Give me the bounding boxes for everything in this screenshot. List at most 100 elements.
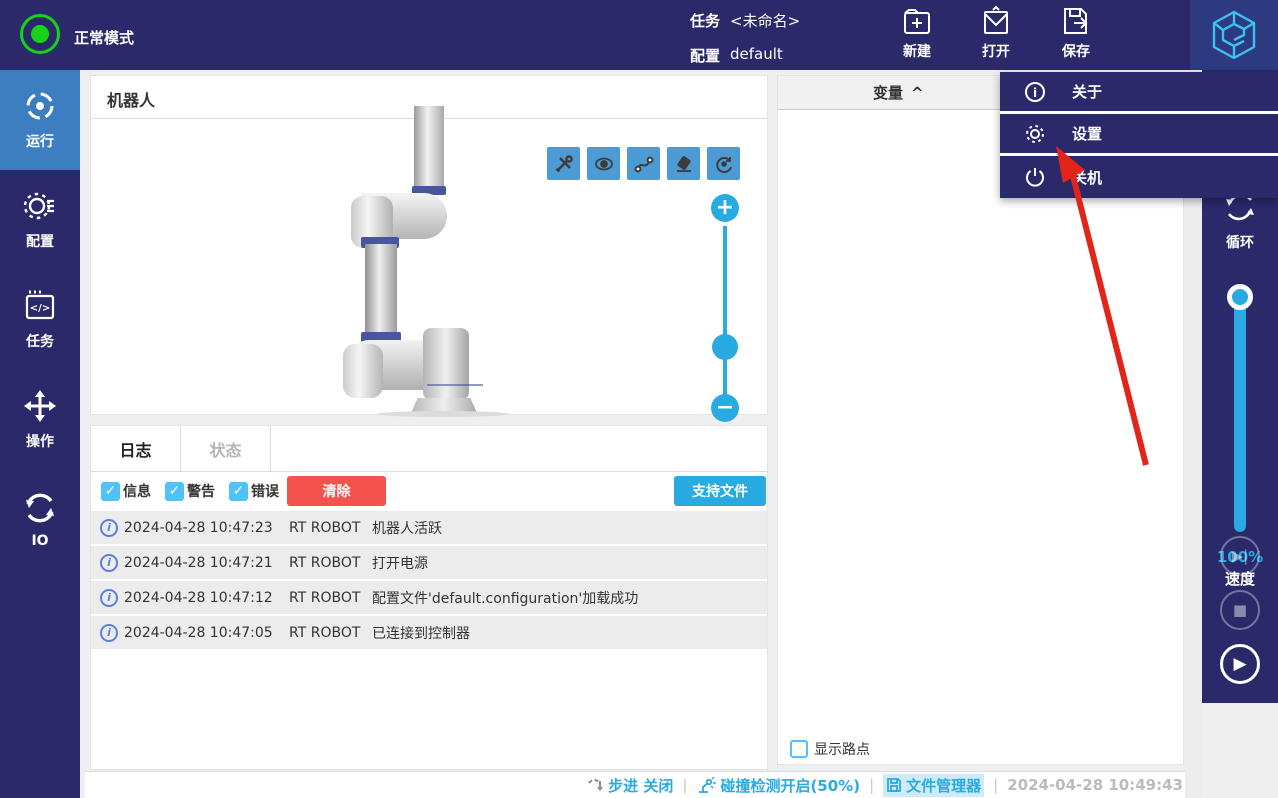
move-arrows-icon <box>24 390 56 422</box>
open-task-button[interactable]: 打开 <box>964 5 1028 67</box>
path-button[interactable] <box>627 147 660 180</box>
save-task-button[interactable]: 保存 <box>1044 5 1108 67</box>
log-status-panel: 日志 状态 ✓ 信息 ✓ 警告 ✓ 错误 清除 支持文件 i 2024-04-2… <box>90 425 768 770</box>
zoom-slider-track[interactable] <box>723 226 727 396</box>
sidebar-item-jog[interactable]: 操作 <box>0 370 80 470</box>
robot-view-toolbar <box>547 147 740 180</box>
task-label: 任务 <box>690 12 721 30</box>
file-manager-icon <box>887 778 902 792</box>
sidebar-item-label: 运行 <box>26 134 54 150</box>
eraser-icon <box>676 155 691 172</box>
task-value: <未命名> <box>730 12 801 30</box>
mode-label: 正常模式 <box>74 29 135 47</box>
sidebar-item-io[interactable]: IO <box>0 470 80 570</box>
new-task-button[interactable]: 新建 <box>885 5 949 67</box>
play-icon: ▶ <box>1233 654 1247 674</box>
tab-log[interactable]: 日志 <box>91 426 181 472</box>
speed-slider-track[interactable] <box>1234 292 1246 532</box>
log-entry: i 2024-04-28 10:47:12 RT ROBOT 配置文件'defa… <box>91 581 767 614</box>
filter-info-checkbox[interactable]: ✓ <box>101 481 120 501</box>
robot-panel-title: 机器人 <box>107 91 156 110</box>
step-mode-toggle[interactable]: 步进 关闭 <box>586 775 673 796</box>
file-manager-label: 文件管理器 <box>906 776 982 795</box>
open-icon <box>984 5 1008 34</box>
top-bar: 正常模式 任务 <未命名> 配置 default 新建 打开 保存 <box>0 0 1278 70</box>
sidebar-item-label: 配置 <box>26 234 54 250</box>
eraser-button[interactable] <box>667 147 700 180</box>
robot-3d-view[interactable] <box>341 106 509 421</box>
clear-log-button[interactable]: 清除 <box>287 476 386 506</box>
stop-button[interactable]: ■ <box>1220 590 1260 630</box>
collapse-caret-icon: ^ <box>911 83 924 102</box>
tools-button[interactable] <box>547 147 580 180</box>
zoom-slider-handle[interactable] <box>712 334 738 360</box>
menu-item-shutdown[interactable]: 关机 <box>1000 156 1278 198</box>
open-task-label: 打开 <box>982 44 1010 60</box>
rotate-view-button[interactable] <box>707 147 740 180</box>
menu-item-label: 关机 <box>1072 168 1103 187</box>
support-files-button[interactable]: 支持文件 <box>674 476 766 506</box>
save-task-label: 保存 <box>1062 44 1090 60</box>
sidebar-item-run[interactable]: 运行 <box>0 70 80 170</box>
zoom-out-button[interactable]: − <box>711 394 739 422</box>
new-file-icon <box>904 9 930 34</box>
visibility-button[interactable] <box>587 147 620 180</box>
robot-view-panel: 机器人 + − <box>90 75 768 422</box>
play-button[interactable]: ▶ <box>1220 644 1260 684</box>
info-icon: i <box>100 588 118 607</box>
check-icon: ✓ <box>168 483 181 499</box>
path-icon <box>634 156 653 172</box>
show-waypoints-row: 显示路点 <box>790 739 870 759</box>
log-entry: i 2024-04-28 10:47:21 RT ROBOT 打开电源 <box>91 546 767 579</box>
left-sidebar: 运行 配置 </> 任务 操作 IO <box>0 70 80 798</box>
log-tab-bar: 日志 状态 <box>91 426 767 472</box>
step-forward-button[interactable]: ▶| <box>1220 536 1260 576</box>
info-icon: i <box>1025 81 1045 102</box>
gear-icon <box>1026 124 1044 143</box>
system-dropdown-menu: i 关于 设置 关机 <box>1000 72 1278 198</box>
run-icon <box>26 92 54 120</box>
log-list: i 2024-04-28 10:47:23 RT ROBOT 机器人活跃 i 2… <box>91 511 767 651</box>
filter-info-label: 信息 <box>123 484 151 500</box>
file-manager-button[interactable]: 文件管理器 <box>883 773 985 797</box>
tab-status[interactable]: 状态 <box>181 426 271 472</box>
filter-error-label: 错误 <box>251 484 279 500</box>
loop-mode-button[interactable]: 循环 <box>1202 190 1278 252</box>
collision-detection-toggle[interactable]: 碰撞检测开启(50%) <box>696 775 860 796</box>
io-arrows-icon <box>26 493 54 523</box>
filter-error-checkbox[interactable]: ✓ <box>229 481 248 501</box>
log-filter-bar: ✓ 信息 ✓ 警告 ✓ 错误 清除 支持文件 <box>91 472 767 510</box>
tools-icon <box>555 154 573 172</box>
new-task-label: 新建 <box>903 44 931 60</box>
zoom-in-button[interactable]: + <box>711 194 739 222</box>
menu-item-label: 设置 <box>1072 125 1103 143</box>
speed-slider-handle[interactable] <box>1227 284 1253 310</box>
eye-icon <box>594 157 613 170</box>
gear-list-icon <box>23 192 54 220</box>
sidebar-item-task[interactable]: </> 任务 <box>0 270 80 370</box>
stop-icon: ■ <box>1232 601 1248 619</box>
cube-logo-icon <box>1212 10 1256 60</box>
svg-text:</>: </> <box>30 303 50 314</box>
log-entry: i 2024-04-28 10:47:05 RT ROBOT 已连接到控制器 <box>91 616 767 649</box>
check-icon: ✓ <box>232 483 245 499</box>
filter-warning-checkbox[interactable]: ✓ <box>165 481 184 501</box>
info-icon: i <box>100 518 118 537</box>
filter-warning-label: 警告 <box>187 484 215 500</box>
rotate-icon <box>715 156 732 173</box>
sidebar-item-label: 操作 <box>26 434 54 450</box>
skip-icon: ▶| <box>1231 547 1249 565</box>
sidebar-item-config[interactable]: 配置 <box>0 170 80 270</box>
menu-item-settings[interactable]: 设置 <box>1000 114 1278 156</box>
info-icon: i <box>100 553 118 572</box>
power-icon <box>1026 168 1044 187</box>
show-waypoints-checkbox[interactable] <box>790 740 808 758</box>
collision-detection-label: 碰撞检测开启(50%) <box>720 776 861 795</box>
svg-text:i: i <box>1033 86 1037 100</box>
menu-item-about[interactable]: i 关于 <box>1000 72 1278 114</box>
menu-item-label: 关于 <box>1072 83 1103 101</box>
save-icon <box>1064 8 1088 34</box>
brand-logo[interactable] <box>1190 0 1278 70</box>
status-timestamp: 2024-04-28 10:49:43 <box>1007 776 1183 794</box>
variables-title: 变量 <box>873 84 904 102</box>
